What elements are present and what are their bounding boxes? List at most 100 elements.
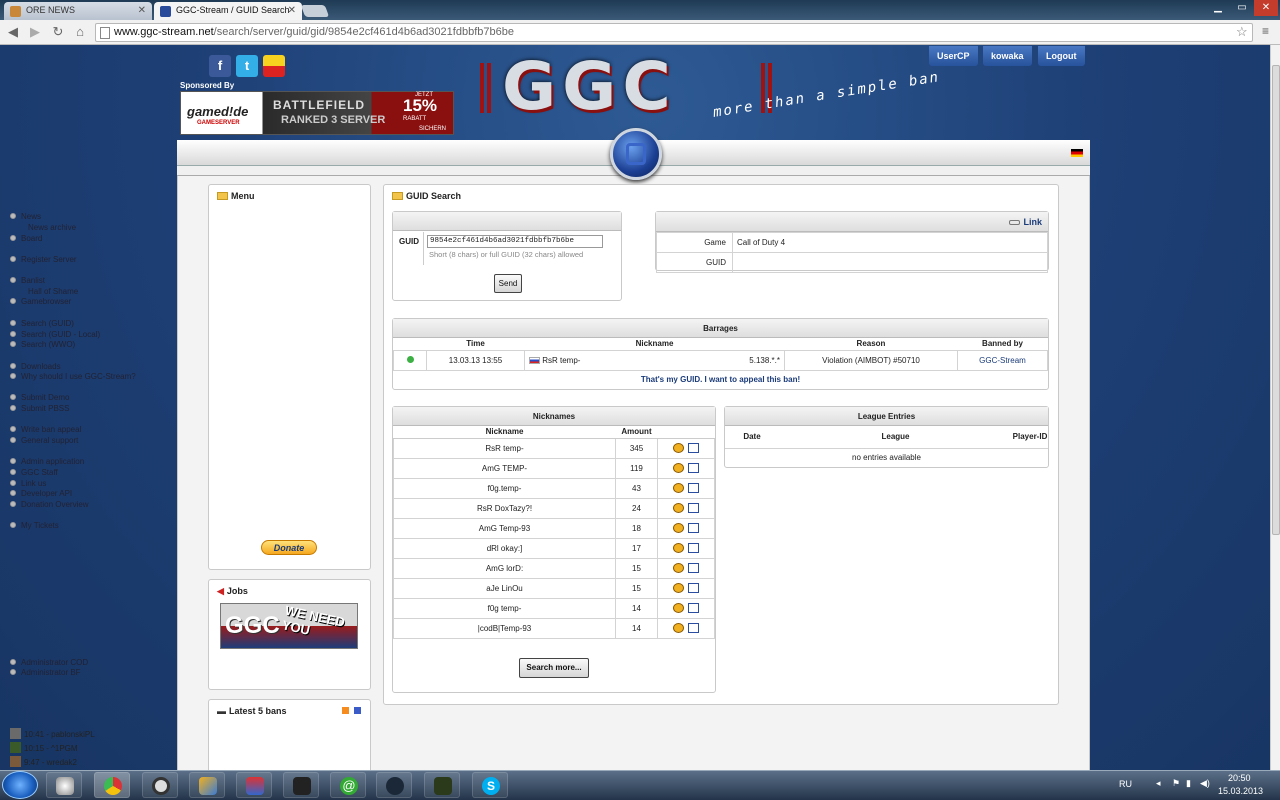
language-indicator[interactable]: RU [1119, 779, 1132, 789]
nickname-cell[interactable]: AmG TEMP- [393, 457, 616, 479]
maximize-icon[interactable]: ▭ [1230, 0, 1254, 16]
menu-item-search-guid[interactable]: Search (GUID) [10, 319, 74, 328]
pb-search-icon[interactable] [673, 463, 684, 473]
tab-ore-news[interactable]: ORE NEWS ✕ [4, 2, 152, 20]
scrollbar-thumb[interactable] [1272, 65, 1280, 535]
menu-item-gamebrowser[interactable]: Gamebrowser [10, 297, 71, 306]
nickname-cell[interactable]: f0g.temp- [393, 477, 616, 499]
menu-item-news-archive[interactable]: News archive [28, 223, 76, 232]
menu-item-admin-application[interactable]: Admin application [10, 457, 84, 466]
search-more-button[interactable]: Search more... [519, 658, 589, 678]
taskbar-steam[interactable] [376, 772, 412, 798]
pb-search-icon[interactable] [673, 443, 684, 453]
rss-icon[interactable] [342, 707, 349, 714]
guid-input[interactable]: 9854e2cf461d4b6ad3021fdbbfb7b6be [427, 235, 603, 248]
taskbar-mail-agent[interactable]: @ [330, 772, 366, 798]
menu-item-why-ggc[interactable]: Why should I use GGC-Stream? [10, 372, 136, 381]
menu-item-link-us[interactable]: Link us [10, 479, 46, 488]
nickname-cell[interactable]: aJe LinOu [393, 577, 616, 599]
appeal-link[interactable]: That's my GUID. I want to appeal this ba… [393, 375, 1048, 384]
menu-item-donation-overview[interactable]: Donation Overview [10, 500, 89, 509]
start-button[interactable] [2, 771, 38, 799]
ggc-search-icon[interactable] [688, 483, 699, 493]
taskbar-app[interactable] [189, 772, 225, 798]
home-icon[interactable]: ⌂ [72, 24, 88, 40]
menu-item-general-support[interactable]: General support [10, 436, 78, 445]
latest-ban-item[interactable]: 10:15 - ^1PGM [10, 742, 78, 753]
latest-ban-item[interactable]: 10:41 - pablonskiPL [10, 728, 95, 739]
nickname-cell[interactable]: |codB|Temp-93 [393, 617, 616, 639]
pb-search-icon[interactable] [673, 543, 684, 553]
pb-search-icon[interactable] [673, 523, 684, 533]
ggc-search-icon[interactable] [688, 563, 699, 573]
menu-item-board[interactable]: Board [10, 234, 42, 243]
pb-search-icon[interactable] [673, 483, 684, 493]
new-tab-button[interactable] [300, 5, 330, 17]
ggc-search-icon[interactable] [688, 463, 699, 473]
donate-button[interactable]: Donate [261, 540, 317, 555]
pb-search-icon[interactable] [673, 503, 684, 513]
job-administrator-bf[interactable]: Administrator BF [10, 668, 81, 677]
latest-ban-item[interactable]: 9:47 - wredak2 [10, 756, 77, 767]
pb-search-icon[interactable] [673, 563, 684, 573]
minimize-icon[interactable]: ▁ [1206, 0, 1230, 16]
volume-icon[interactable]: ◀) [1200, 778, 1210, 789]
rss-feeds-icon[interactable] [263, 55, 285, 77]
nickname-cell[interactable]: AmG lorD: [393, 557, 616, 579]
back-arrow-icon[interactable]: ◀ [5, 24, 21, 40]
link-label[interactable]: Link [1023, 217, 1042, 227]
taskbar-skype[interactable]: S [472, 772, 508, 798]
menu-item-news[interactable]: News [10, 212, 41, 221]
nickname-cell[interactable]: dRl okay:] [393, 537, 616, 559]
pb-search-icon[interactable] [673, 583, 684, 593]
logout-button[interactable]: Logout [1038, 46, 1085, 66]
german-flag-icon[interactable] [1071, 149, 1083, 157]
menu-item-ggc-staff[interactable]: GGC Staff [10, 468, 58, 477]
clock-time[interactable]: 20:50 [1228, 773, 1251, 783]
ggc-search-icon[interactable] [688, 583, 699, 593]
menu-item-submit-pbss[interactable]: Submit PBSS [10, 404, 69, 413]
pb-search-icon[interactable] [673, 603, 684, 613]
nickname-cell[interactable]: f0g temp- [393, 597, 616, 619]
taskbar-media-app[interactable] [46, 772, 82, 798]
settings-wrench-icon[interactable]: ≡ [1262, 24, 1269, 38]
ggc-search-icon[interactable] [688, 623, 699, 633]
menu-item-submit-demo[interactable]: Submit Demo [10, 393, 69, 402]
close-tab-icon[interactable]: ✕ [288, 5, 296, 16]
jobs-banner[interactable]: GGC WE NEED YOU [220, 603, 358, 649]
sponsor-banner[interactable]: gamed!de GAMESERVER BATTLEFIELD RANKED 3… [180, 91, 454, 135]
forward-arrow-icon[interactable]: ▶ [27, 24, 43, 40]
ggc-search-icon[interactable] [688, 543, 699, 553]
pb-search-icon[interactable] [673, 623, 684, 633]
taskbar-webcam[interactable] [142, 772, 178, 798]
close-tab-icon[interactable]: ✕ [138, 5, 146, 16]
menu-item-my-tickets[interactable]: My Tickets [10, 521, 59, 530]
taskbar-paint[interactable] [236, 772, 272, 798]
nickname-cell[interactable]: RsR temp- [393, 437, 616, 459]
close-window-icon[interactable]: ✕ [1254, 0, 1278, 16]
facebook-icon[interactable]: f [209, 55, 231, 77]
reload-icon[interactable]: ↻ [50, 24, 66, 40]
barrage-banned-by[interactable]: GGC-Stream [957, 349, 1048, 371]
clock-date[interactable]: 15.03.2013 [1218, 786, 1263, 796]
flag-icon[interactable]: ⚑ [1172, 778, 1180, 789]
taskbar-chrome[interactable] [94, 772, 130, 798]
ggc-search-icon[interactable] [688, 603, 699, 613]
vertical-scrollbar[interactable] [1270, 45, 1280, 770]
address-bar[interactable]: www.ggc-stream.net/search/server/guid/gi… [95, 23, 1253, 42]
menu-item-write-ban-appeal[interactable]: Write ban appeal [10, 425, 81, 434]
feed-icon[interactable] [354, 707, 361, 714]
job-administrator-cod[interactable]: Administrator COD [10, 658, 88, 667]
menu-item-banlist[interactable]: Banlist [10, 276, 45, 285]
menu-item-hall-of-shame[interactable]: Hall of Shame [28, 287, 78, 296]
nickname-cell[interactable]: AmG Temp-93 [393, 517, 616, 539]
taskbar-game[interactable] [283, 772, 319, 798]
network-icon[interactable]: ▮ [1186, 778, 1191, 789]
taskbar-cod4[interactable] [424, 772, 460, 798]
menu-item-search-guid-local[interactable]: Search (GUID - Local) [10, 330, 100, 339]
bookmark-star-icon[interactable]: ☆ [1236, 24, 1248, 40]
send-button[interactable]: Send [494, 274, 522, 293]
nickname-cell[interactable]: RsR DoxTazy?! [393, 497, 616, 519]
usercp-button[interactable]: UserCP [929, 46, 978, 66]
ggc-orb-icon[interactable] [610, 128, 662, 180]
